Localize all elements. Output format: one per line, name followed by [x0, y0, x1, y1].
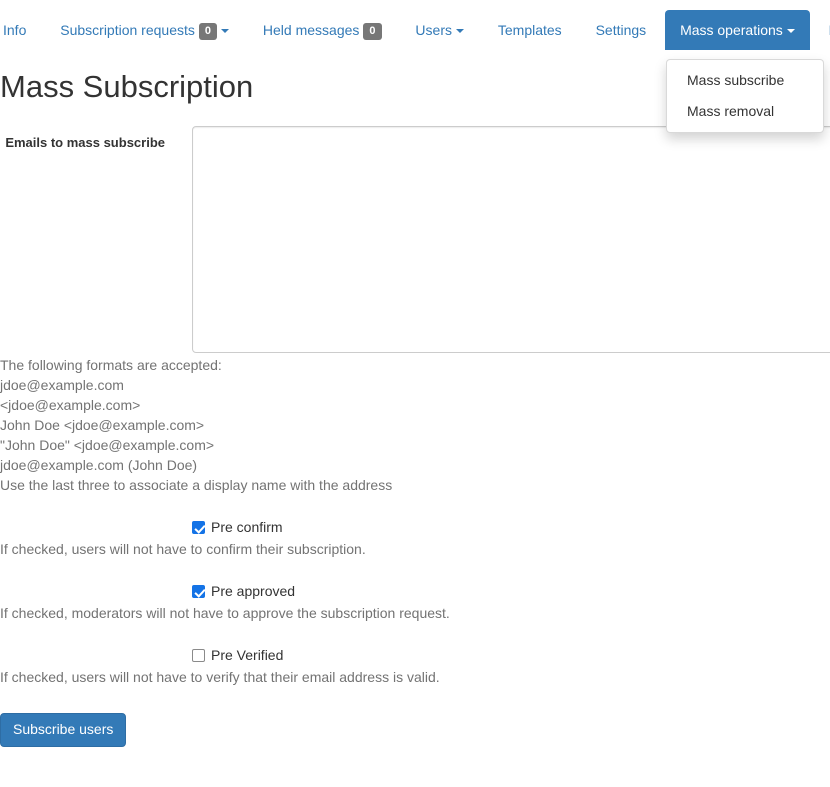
emails-textarea[interactable] — [192, 126, 830, 354]
nav-tab-settings-label: Settings — [595, 22, 647, 38]
pre-confirm-label[interactable]: Pre confirm — [211, 519, 283, 535]
chevron-down-icon — [221, 29, 230, 34]
pre-approved-row: Pre approved — [0, 581, 830, 601]
dropdown-item-mass-removal[interactable]: Mass removal — [667, 96, 823, 127]
nav-tab-ban-list[interactable]: B — [814, 10, 830, 50]
nav-tab-subscription-requests-label: Subscription requests — [60, 22, 195, 38]
email-formats-help: The following formats are accepted: jdoe… — [0, 355, 830, 495]
nav-tab-templates[interactable]: Templates — [483, 10, 577, 50]
help-format-2: <jdoe@example.com> — [0, 397, 141, 414]
dropdown-item-mass-subscribe-label: Mass subscribe — [687, 72, 785, 88]
nav-tab-settings[interactable]: Settings — [581, 10, 662, 50]
pre-confirm-help: If checked, users will not have to confi… — [0, 541, 366, 558]
help-format-5: jdoe@example.com (John Doe) — [0, 457, 198, 474]
subscription-requests-count-badge: 0 — [198, 22, 218, 40]
help-format-3: John Doe <jdoe@example.com> — [0, 417, 205, 434]
subscribe-users-button[interactable]: Subscribe users — [0, 713, 127, 748]
help-format-note: Use the last three to associate a displa… — [0, 477, 393, 494]
page-root: Info Subscription requests 0 Held message… — [0, 0, 830, 787]
pre-verified-checkbox[interactable] — [192, 649, 205, 663]
pre-confirm-row: Pre confirm — [0, 517, 830, 537]
pre-confirm-group: Pre confirm If checked, users will not h… — [0, 517, 830, 559]
nav-tab-templates-label: Templates — [497, 22, 562, 38]
pre-approved-group: Pre approved If checked, moderators will… — [0, 581, 830, 623]
pre-approved-help: If checked, moderators will not have to … — [0, 605, 450, 622]
nav-tab-users[interactable]: Users — [400, 10, 479, 50]
nav-tab-held-messages-label: Held messages — [262, 22, 360, 38]
emails-field-label: Emails to mass subscribe — [5, 135, 165, 151]
mass-subscription-form: Emails to mass subscribe The following f… — [0, 126, 830, 748]
nav-tab-mass-operations[interactable]: Mass operations — [665, 10, 810, 50]
chevron-down-icon — [786, 29, 795, 34]
help-format-4: "John Doe" <jdoe@example.com> — [0, 437, 215, 454]
nav-tab-info-label: Info — [3, 22, 27, 38]
dropdown-item-mass-removal-label: Mass removal — [687, 103, 775, 120]
pre-approved-label[interactable]: Pre approved — [211, 583, 295, 599]
help-format-1: jdoe@example.com — [0, 377, 124, 394]
pre-verified-label[interactable]: Pre Verified — [211, 647, 283, 663]
emails-form-group: Emails to mass subscribe — [0, 126, 830, 355]
nav-tab-info[interactable]: Info — [0, 10, 41, 50]
pre-confirm-checkbox[interactable] — [192, 521, 205, 535]
held-messages-count-badge: 0 — [363, 22, 382, 40]
pre-verified-row: Pre Verified — [0, 645, 830, 665]
pre-verified-help: If checked, users will not have to verif… — [0, 669, 440, 686]
help-intro: The following formats are accepted: — [0, 357, 222, 374]
list-nav-tabs: Info Subscription requests 0 Held message… — [0, 0, 830, 56]
nav-tab-subscription-requests[interactable]: Subscription requests 0 — [45, 10, 244, 50]
nav-tab-mass-operations-label: Mass operations — [680, 22, 783, 38]
pre-verified-group: Pre Verified If checked, users will not … — [0, 645, 830, 687]
nav-tab-users-label: Users — [415, 22, 452, 38]
dropdown-item-mass-subscribe[interactable]: Mass subscribe — [667, 65, 823, 96]
pre-approved-checkbox[interactable] — [192, 585, 205, 599]
nav-tab-held-messages[interactable]: Held messages 0 — [248, 10, 397, 50]
chevron-down-icon — [455, 29, 464, 34]
mass-operations-dropdown-menu: Mass subscribe Mass removal — [666, 59, 824, 134]
